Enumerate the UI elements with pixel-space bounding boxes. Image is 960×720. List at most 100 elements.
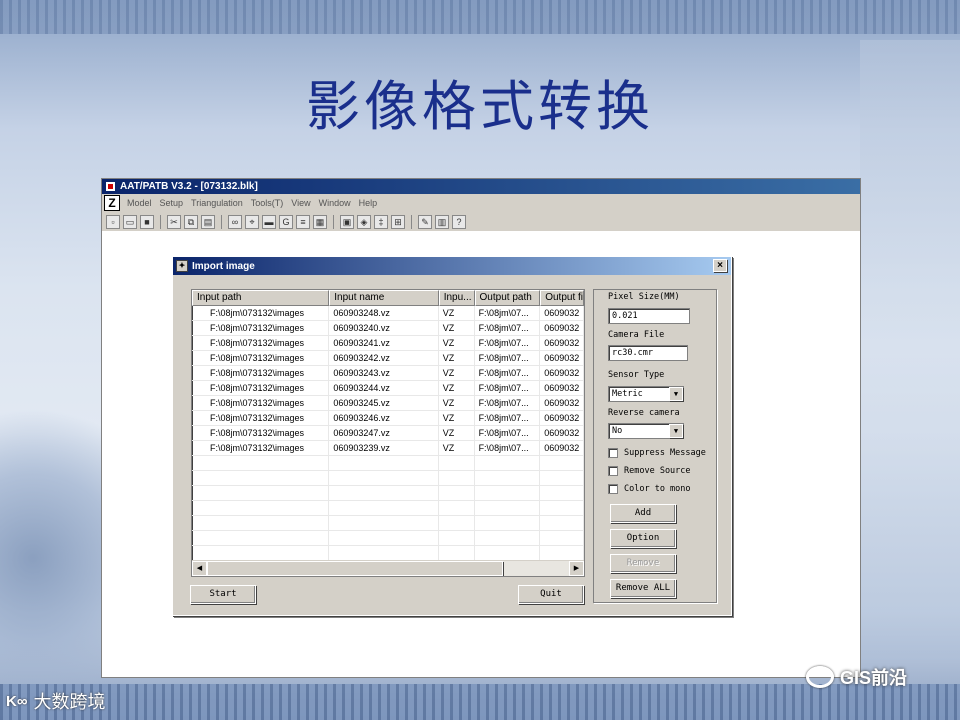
menu-window[interactable]: Window — [315, 198, 355, 208]
list-item[interactable]: F:\08jm\073132\images 060903248.vz VZ F:\08… — [192, 306, 584, 321]
list-cell: 060903239.vz — [329, 441, 439, 455]
tool-icon-4[interactable]: ≡ — [296, 214, 310, 229]
remove-all-button[interactable]: Remove ALL — [610, 579, 676, 598]
suppress-message-checkbox[interactable]: Suppress Message — [608, 448, 706, 458]
list-item[interactable]: F:\08jm\073132\images 060903239.vz VZ F:\08… — [192, 441, 584, 456]
horizontal-scrollbar[interactable]: ◀ ▶ — [192, 560, 584, 576]
tool-icon-5[interactable]: ▦ — [313, 214, 327, 229]
camera-file-field[interactable]: rc30.cmr — [608, 345, 688, 361]
empty-cell — [439, 501, 475, 515]
menu-model[interactable]: Model — [123, 198, 156, 208]
chevron-down-icon[interactable]: ▼ — [669, 387, 683, 401]
tool-icon-1[interactable]: ∞ — [228, 214, 242, 229]
slide-decoration-left — [0, 360, 110, 690]
list-item[interactable]: F:\08jm\073132\images 060903245.vz VZ F:\08… — [192, 396, 584, 411]
list-cell: F:\08jm\073132\images — [192, 366, 330, 380]
empty-row — [192, 471, 584, 486]
option-button[interactable]: Option — [610, 529, 676, 548]
paste-icon[interactable]: ▤ — [201, 214, 215, 229]
z-logo-icon[interactable]: Z — [104, 195, 120, 211]
reverse-camera-select[interactable]: No ▼ — [608, 423, 684, 439]
empty-cell — [192, 516, 330, 530]
list-cell: F:\08jm\073132\images — [192, 426, 330, 440]
empty-cell — [540, 486, 584, 500]
column-input-name[interactable]: Input name — [329, 290, 439, 306]
remove-source-text: Remove Source — [624, 466, 691, 476]
book-icon[interactable]: ▥ — [435, 214, 449, 229]
dialog-title: Import image — [192, 260, 255, 272]
empty-cell — [475, 486, 541, 500]
new-file-icon[interactable]: ▫ — [106, 214, 120, 229]
checkbox-box[interactable] — [608, 448, 618, 458]
empty-cell — [192, 486, 330, 500]
pixel-size-field[interactable]: 0.021 — [608, 308, 690, 324]
remove-source-checkbox[interactable]: Remove Source — [608, 466, 691, 476]
remove-button[interactable]: Remove — [610, 554, 676, 573]
column-output-path[interactable]: Output path — [474, 290, 541, 306]
list-cell: F:\08jm\07... — [475, 366, 541, 380]
column-output-file[interactable]: Output fil — [540, 290, 584, 306]
start-button[interactable]: Start — [190, 585, 256, 604]
image-list[interactable]: Input path Input name Inpu... Output pat… — [191, 289, 585, 577]
empty-cell — [192, 531, 330, 545]
ccd-icon[interactable]: ◈ — [357, 214, 371, 229]
empty-cell — [475, 531, 541, 545]
list-item[interactable]: F:\08jm\073132\images 060903243.vz VZ F:\08… — [192, 366, 584, 381]
menu-setup[interactable]: Setup — [156, 198, 188, 208]
add-button[interactable]: Add — [610, 504, 676, 523]
chat-bubble-icon — [806, 666, 834, 688]
dialog-titlebar[interactable]: ✦ Import image × — [173, 257, 731, 275]
chevron-down-icon[interactable]: ▼ — [669, 424, 683, 438]
slide-top-border — [0, 0, 960, 34]
checkbox-box[interactable] — [608, 484, 618, 494]
import-image-dialog: ✦ Import image × Input path Input name I… — [172, 256, 732, 616]
list-item[interactable]: F:\08jm\073132\images 060903246.vz VZ F:\08… — [192, 411, 584, 426]
edit-icon[interactable]: ✎ — [418, 214, 432, 229]
scroll-left-icon[interactable]: ◀ — [192, 561, 207, 576]
menu-help[interactable]: Help — [355, 198, 382, 208]
toolbar-separator — [333, 214, 334, 229]
list-item[interactable]: F:\08jm\073132\images 060903247.vz VZ F:\08… — [192, 426, 584, 441]
save-icon[interactable]: ■ — [140, 214, 154, 229]
app-titlebar[interactable]: AAT/PATB V3.2 - [073132.blk] — [102, 179, 860, 194]
quit-button[interactable]: Quit — [518, 585, 584, 604]
menu-view[interactable]: View — [287, 198, 314, 208]
list-cell: 0609032 — [540, 441, 584, 455]
window-icon[interactable]: ▣ — [340, 214, 354, 229]
tool-icon-2[interactable]: ⌖ — [245, 214, 259, 229]
scroll-thumb[interactable] — [207, 561, 503, 576]
close-button[interactable]: × — [713, 259, 727, 272]
sensor-type-select[interactable]: Metric ▼ — [608, 386, 684, 402]
list-item[interactable]: F:\08jm\073132\images 060903240.vz VZ F:\08… — [192, 321, 584, 336]
column-input-type[interactable]: Inpu... — [438, 290, 475, 306]
tool-icon-6[interactable]: ‡ — [374, 214, 388, 229]
tool-icon-3[interactable]: ▬ — [262, 214, 276, 229]
list-cell: VZ — [439, 321, 475, 335]
list-item[interactable]: F:\08jm\073132\images 060903241.vz VZ F:\08… — [192, 336, 584, 351]
tool-icon-7[interactable]: ⊞ — [391, 214, 405, 229]
checkbox-box[interactable] — [608, 466, 618, 476]
cut-icon[interactable]: ✂ — [167, 214, 181, 229]
open-folder-icon[interactable]: ▭ — [123, 214, 137, 229]
list-cell: 0609032 — [540, 411, 584, 425]
empty-cell — [329, 546, 439, 560]
gx-icon[interactable]: G — [279, 214, 293, 229]
list-item[interactable]: F:\08jm\073132\images 060903242.vz VZ F:\08… — [192, 351, 584, 366]
empty-cell — [439, 546, 475, 560]
empty-cell — [439, 516, 475, 530]
menu-triangulation[interactable]: Triangulation — [187, 198, 247, 208]
scroll-track[interactable] — [503, 561, 569, 576]
empty-cell — [192, 471, 330, 485]
menu-tools[interactable]: Tools(T) — [247, 198, 288, 208]
copy-icon[interactable]: ⧉ — [184, 214, 198, 229]
list-cell: VZ — [439, 336, 475, 350]
list-item[interactable]: F:\08jm\073132\images 060903244.vz VZ F:\08… — [192, 381, 584, 396]
color-to-mono-checkbox[interactable]: Color to mono — [608, 484, 691, 494]
pixel-size-label: Pixel Size(MM) — [608, 292, 680, 302]
scroll-right-icon[interactable]: ▶ — [569, 561, 584, 576]
empty-cell — [192, 546, 330, 560]
sensor-type-value: Metric — [612, 389, 643, 399]
watermark-text: GIS前沿 — [840, 668, 908, 688]
column-input-path[interactable]: Input path — [192, 290, 330, 306]
help-icon[interactable]: ? — [452, 214, 466, 229]
